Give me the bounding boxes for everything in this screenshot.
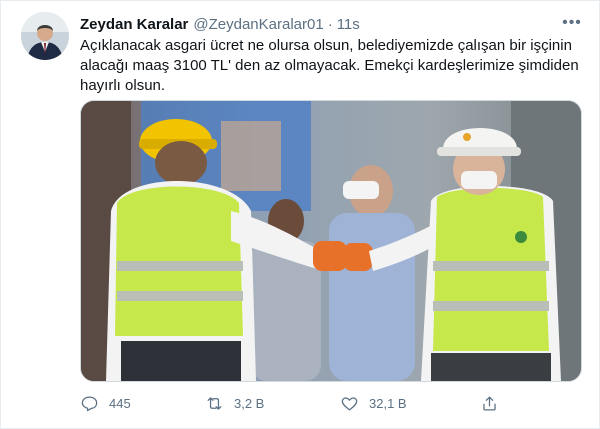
reply-button[interactable]: 445 xyxy=(80,390,131,416)
tweet-text: Açıklanacak asgari ücret ne olursa olsun… xyxy=(80,36,580,96)
tweet-text-line: hayırlı olsun. xyxy=(80,77,166,94)
display-name[interactable]: Zeydan Karalar xyxy=(80,16,188,33)
retweet-count: 3,2 B xyxy=(234,395,265,411)
tweet-photo[interactable] xyxy=(80,100,582,382)
like-count: 32,1 B xyxy=(369,395,407,411)
timestamp[interactable]: 11s xyxy=(337,16,360,33)
tweet-header: Zeydan Karalar @ZeydanKaralar01 · 11s xyxy=(80,13,587,35)
tweet: Zeydan Karalar @ZeydanKaralar01 · 11s ••… xyxy=(0,0,600,429)
like-button[interactable]: 32,1 B xyxy=(340,390,407,416)
retweet-icon xyxy=(207,396,222,410)
tweet-actions: 445 3,2 B 32,1 B xyxy=(80,390,580,416)
user-handle[interactable]: @ZeydanKaralar01 xyxy=(193,16,323,33)
share-button[interactable] xyxy=(480,390,509,416)
tweet-text-line: Açıklanacak asgari ücret ne olursa olsun… xyxy=(80,37,572,54)
photo-illustration xyxy=(81,101,581,381)
more-icon[interactable]: ••• xyxy=(561,12,583,34)
avatar[interactable] xyxy=(21,12,69,60)
share-icon xyxy=(483,396,496,410)
reply-icon xyxy=(81,396,98,411)
heart-icon xyxy=(341,396,358,410)
retweet-button[interactable]: 3,2 B xyxy=(205,390,264,416)
separator-dot: · xyxy=(327,15,333,33)
tweet-text-line: alacağı maaş 3100 TL' den az olmayacak. … xyxy=(80,57,579,74)
reply-count: 445 xyxy=(109,395,131,411)
